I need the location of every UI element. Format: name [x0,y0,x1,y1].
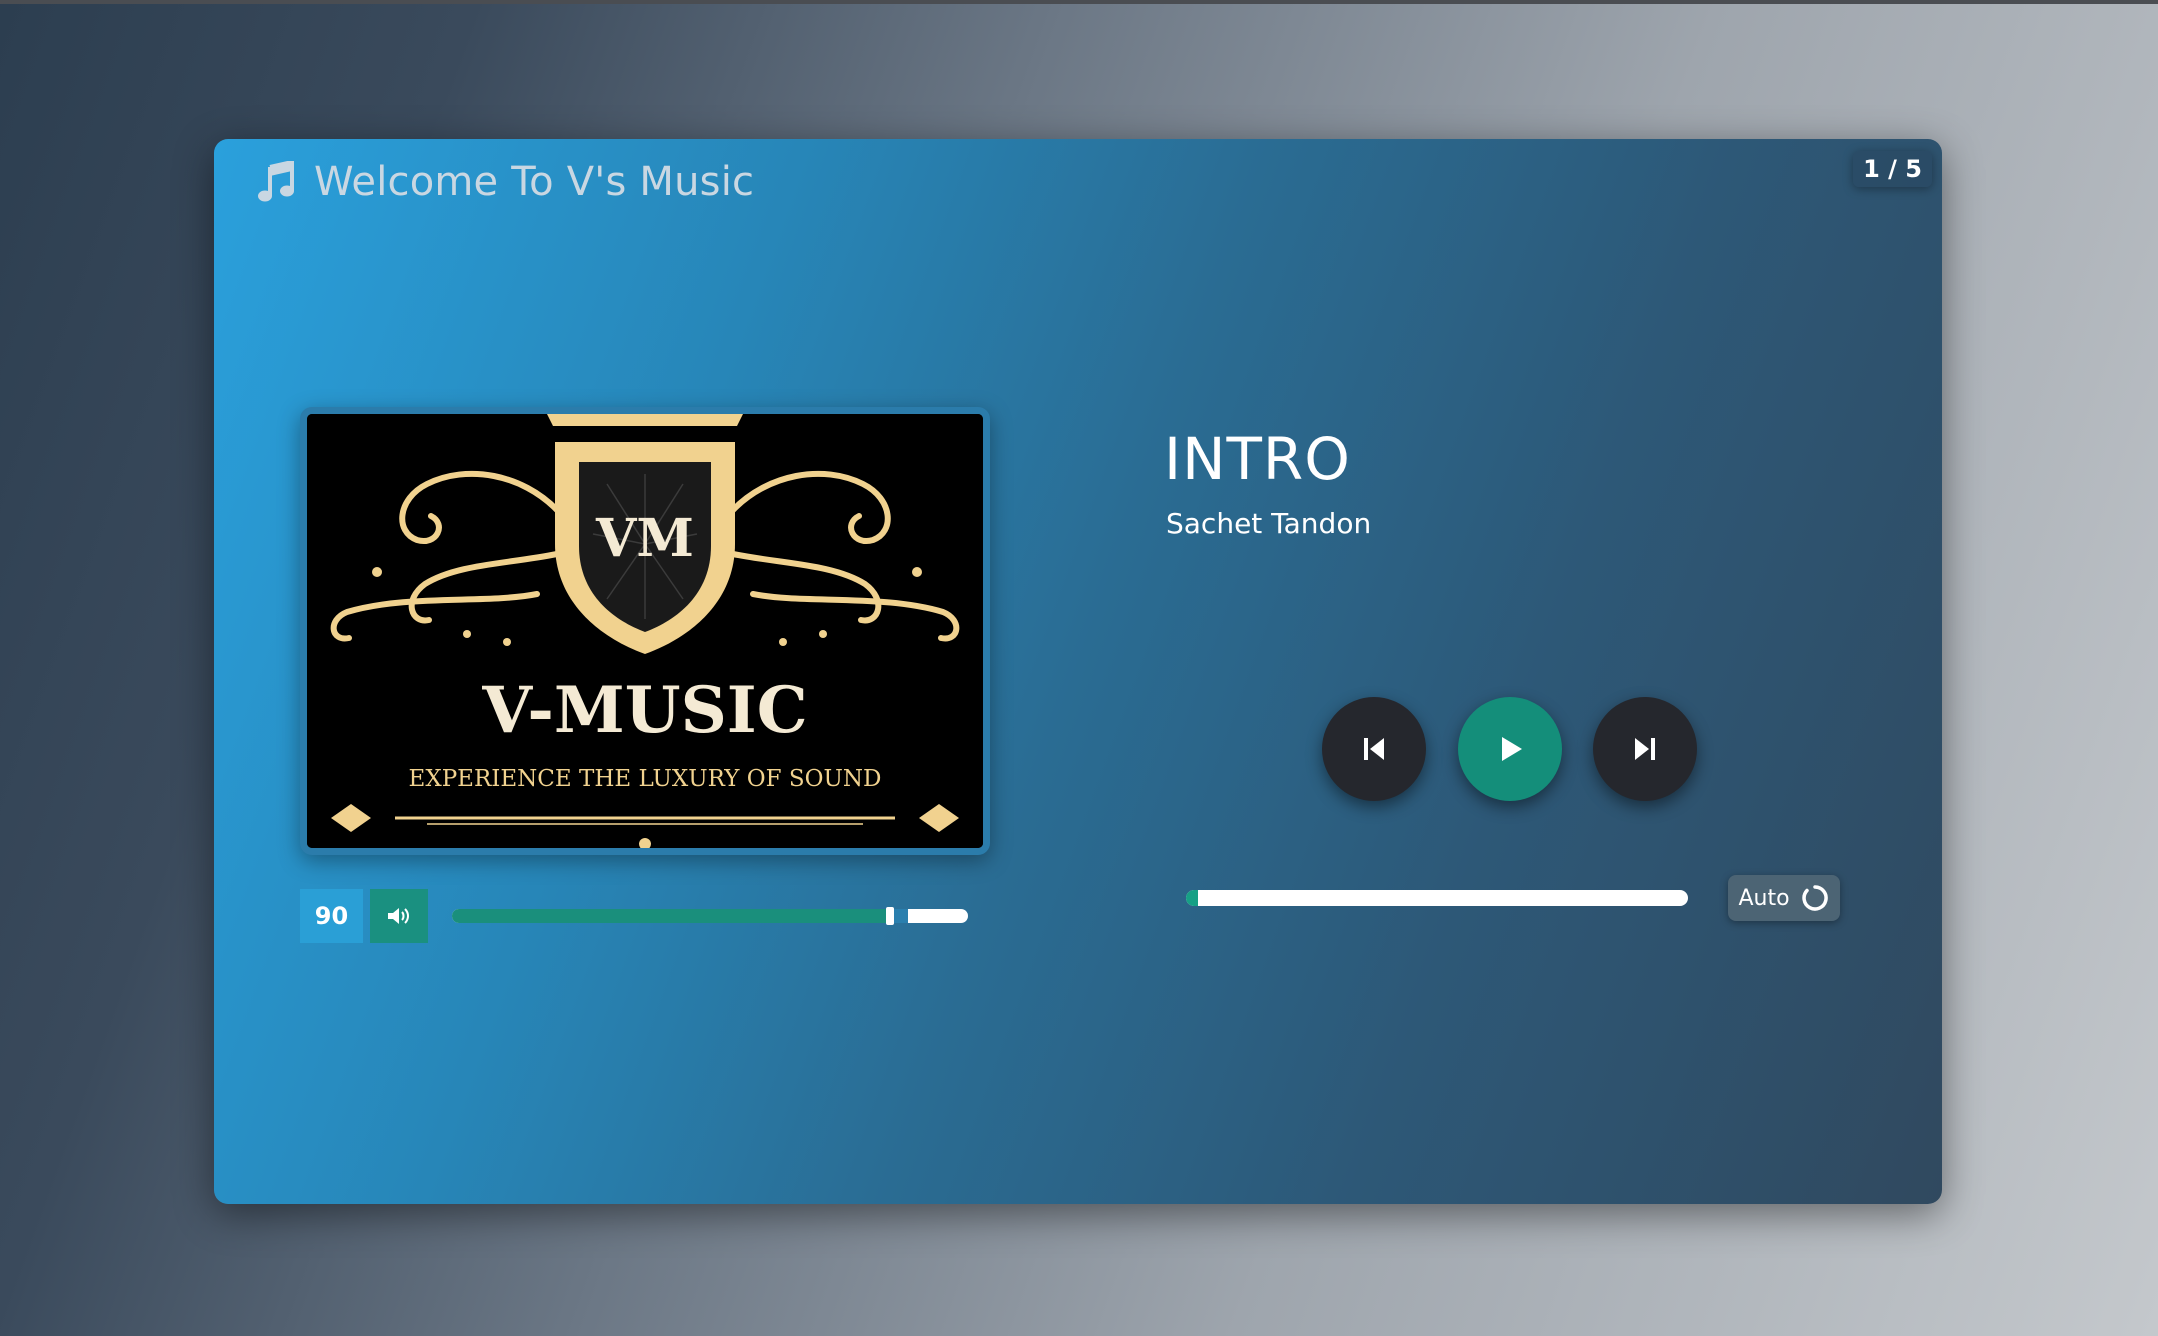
volume-gap [894,909,908,923]
track-counter: 1 / 5 [1853,151,1932,187]
svg-text:V-MUSIC: V-MUSIC [481,673,807,748]
svg-text:EXPERIENCE THE LUXURY OF SOUND: EXPERIENCE THE LUXURY OF SOUND [409,766,882,792]
music-note-icon [258,161,294,202]
window-top-border [0,0,2158,4]
volume-value: 90 [300,889,363,943]
music-player-card: Welcome To V's Music 1 / 5 VM V-MUSIC EX… [214,139,1942,1204]
app-title: Welcome To V's Music [314,159,755,205]
previous-button[interactable] [1322,697,1426,801]
speaker-icon [388,908,409,924]
volume-slider[interactable] [452,907,968,925]
player-header: Welcome To V's Music [258,159,754,205]
skip-previous-icon [1364,738,1384,760]
track-artist: Sachet Tandon [1166,507,1372,540]
v-music-logo: VM V-MUSIC EXPERIENCE THE LUXURY OF SOUN… [307,414,983,848]
track-progress-fill [1186,890,1198,906]
skip-next-icon [1635,738,1655,760]
track-title: INTRO [1164,425,1351,493]
autoplay-button[interactable]: Auto [1728,875,1840,921]
play-icon [1502,737,1522,761]
mute-button[interactable] [370,889,428,943]
volume-thumb[interactable] [886,907,894,925]
loop-icon [1801,885,1828,911]
svg-text:VM: VM [595,508,694,569]
autoplay-label: Auto [1738,885,1790,911]
play-button[interactable] [1458,697,1562,801]
album-cover: VM V-MUSIC EXPERIENCE THE LUXURY OF SOUN… [300,407,990,855]
next-button[interactable] [1593,697,1697,801]
volume-row: 90 [300,889,968,943]
volume-fill [452,909,886,923]
track-progress-bar[interactable] [1186,890,1688,906]
